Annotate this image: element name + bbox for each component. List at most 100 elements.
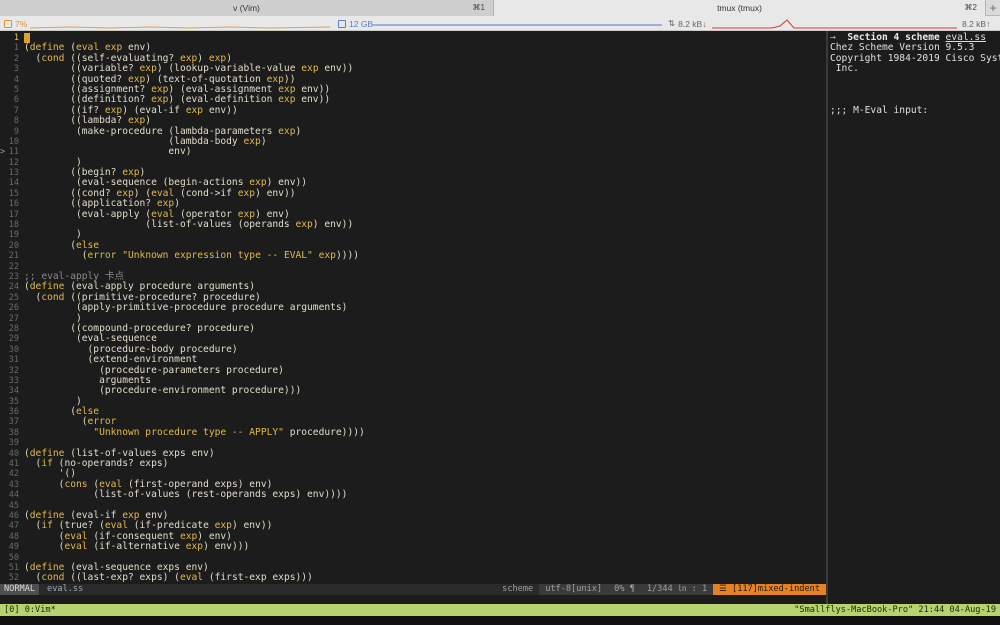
code-line[interactable]: 31 (extend-environment bbox=[0, 354, 826, 366]
repl-line: Inc. bbox=[830, 63, 859, 75]
line-number: 30 bbox=[8, 344, 19, 355]
repl-output: Chez Scheme Version 9.5.3 Copyright 1984-… bbox=[830, 42, 1000, 116]
line-number: 21 bbox=[8, 251, 19, 262]
line-number: 38 bbox=[8, 427, 19, 438]
code-text: (extend-environment bbox=[24, 354, 198, 366]
vim-command-line[interactable] bbox=[0, 595, 826, 604]
line-number: 1 bbox=[13, 43, 19, 54]
line-number: 18 bbox=[8, 220, 19, 231]
network-graph bbox=[712, 19, 957, 29]
line-number: 32 bbox=[8, 365, 19, 376]
line-number: 15 bbox=[8, 188, 19, 199]
vim-statusline: NORMAL eval.ss scheme utf-8[unix] 0% ¶ 1… bbox=[0, 584, 826, 595]
code-line[interactable]: 3 ((variable? exp) (lookup-variable-valu… bbox=[0, 63, 826, 75]
cpu-graph bbox=[30, 26, 330, 29]
code-text: (error "Unknown expression type -- EVAL"… bbox=[24, 250, 360, 262]
line-number: 41 bbox=[8, 459, 19, 470]
code-line[interactable]: 19 ) bbox=[0, 230, 826, 241]
line-number: 28 bbox=[8, 323, 19, 334]
line-number: 27 bbox=[8, 313, 19, 324]
system-status-bar: 7% 12 GB ⇅ 8.2 kB↓ 8.2 kB↑ bbox=[0, 16, 1000, 31]
line-number: 23 bbox=[8, 271, 19, 282]
line-number: 49 bbox=[8, 542, 19, 553]
line-number: 1 bbox=[13, 33, 19, 43]
tmux-window-list[interactable]: [0] 0:Vim* bbox=[4, 604, 56, 616]
line-number: 47 bbox=[8, 521, 19, 532]
code-line[interactable]: 35 ) bbox=[0, 396, 826, 407]
tmux-statusline: [0] 0:Vim* "Smallflys-MacBook-Pro" 21:44… bbox=[0, 604, 1000, 616]
repl-line bbox=[830, 85, 998, 95]
net-up-value: 8.2 kB↑ bbox=[962, 18, 991, 29]
code-area[interactable]: 1 1 (define (eval exp env) 2 (cond ((self-e… bbox=[0, 33, 826, 584]
code-line[interactable]: 52 (cond ((last-exp? exps) (eval (first-… bbox=[0, 572, 826, 584]
new-tab-button[interactable]: + bbox=[986, 0, 1000, 16]
memory-graph bbox=[372, 24, 662, 26]
cpu-icon bbox=[4, 19, 12, 28]
code-text: (apply-primitive-procedure procedure arg… bbox=[24, 302, 348, 314]
line-number: 46 bbox=[8, 510, 19, 521]
line-number: 37 bbox=[8, 417, 19, 428]
code-line[interactable]: 18 (list-of-values (operands exp) env)) bbox=[0, 219, 826, 231]
tab-vim-label: v (Vim) bbox=[233, 3, 260, 13]
line-number: 29 bbox=[8, 334, 19, 345]
line-number: 12 bbox=[8, 157, 19, 168]
code-line[interactable]: 44 (list-of-values (rest-operands exps) … bbox=[0, 489, 826, 501]
repl-section: Section 4 bbox=[847, 32, 900, 43]
vim-position: 1/344 ㏑ : 1 bbox=[640, 584, 714, 595]
tmux-host-clock: "Smallflys-MacBook-Pro" 21:44 04-Aug-19 bbox=[794, 605, 996, 615]
line-number: 50 bbox=[8, 552, 19, 563]
line-number: 36 bbox=[8, 407, 19, 418]
vim-filename: eval.ss bbox=[47, 584, 84, 594]
code-line[interactable]: 26 (apply-primitive-procedure procedure … bbox=[0, 302, 826, 314]
code-text: (eval (if-alternative exp) env))) bbox=[24, 541, 250, 553]
line-number: 45 bbox=[8, 500, 19, 511]
line-number: 11 bbox=[8, 147, 19, 158]
vim-mode: NORMAL bbox=[0, 584, 40, 595]
line-number: 48 bbox=[8, 531, 19, 542]
code-line[interactable]: 21 (error "Unknown expression type -- EV… bbox=[0, 250, 826, 262]
line-number: 44 bbox=[8, 490, 19, 501]
tab-bar: v (Vim) ⌘1 tmux (tmux) ⌘2 + bbox=[0, 0, 1000, 16]
line-number: 13 bbox=[8, 168, 19, 179]
line-number: 42 bbox=[8, 469, 19, 480]
line-number: 14 bbox=[8, 178, 19, 189]
code-line[interactable]: 49 (eval (if-alternative exp) env))) bbox=[0, 541, 826, 553]
line-number: 52 bbox=[8, 573, 19, 584]
tab-vim[interactable]: v (Vim) ⌘1 bbox=[0, 0, 494, 16]
code-line[interactable]: 38 "Unknown procedure type -- APPLY" pro… bbox=[0, 426, 826, 438]
code-line[interactable]: 8 ((lambda? exp) bbox=[0, 115, 826, 127]
prompt-arrow-icon: → bbox=[830, 32, 836, 43]
code-text: "Unknown procedure type -- APPLY" proced… bbox=[93, 426, 365, 438]
line-number: 4 bbox=[13, 74, 19, 85]
line-number: 43 bbox=[8, 479, 19, 490]
repl-line bbox=[830, 75, 998, 85]
line-number: 2 bbox=[13, 53, 19, 64]
line-number: 33 bbox=[8, 375, 19, 386]
vim-pane[interactable]: 1 1 (define (eval exp env) 2 (cond ((self-e… bbox=[0, 31, 826, 584]
code-line[interactable]: >11 env) bbox=[0, 146, 826, 158]
repl-file: eval.ss bbox=[945, 32, 986, 43]
net-down-value: 8.2 kB↓ bbox=[678, 18, 707, 29]
line-number: 40 bbox=[8, 448, 19, 459]
line-number: 19 bbox=[8, 230, 19, 241]
line-number: 6 bbox=[13, 95, 19, 106]
line-number: 20 bbox=[8, 240, 19, 251]
memory-meter: 12 GB bbox=[338, 16, 373, 31]
line-number: 8 bbox=[13, 116, 19, 127]
net-down-meter: ⇅ 8.2 kB↓ bbox=[668, 16, 706, 31]
line-number: 16 bbox=[8, 199, 19, 210]
tab-tmux[interactable]: tmux (tmux) ⌘2 bbox=[494, 0, 986, 16]
code-text: ((lambda? exp) bbox=[24, 115, 152, 127]
line-number: 17 bbox=[8, 209, 19, 220]
code-text: (cond ((last-exp? exps) (eval (first-exp… bbox=[24, 572, 313, 584]
line-number: 25 bbox=[8, 292, 19, 303]
net-up-meter: 8.2 kB↑ bbox=[962, 16, 990, 31]
line-number: 3 bbox=[13, 64, 19, 75]
vim-filetype: scheme bbox=[502, 584, 534, 594]
code-line[interactable]: 34 (procedure-environment procedure))) bbox=[0, 385, 826, 396]
code-line[interactable]: 41 (if (no-operands? exps) bbox=[0, 458, 826, 470]
code-line[interactable]: 36 (else bbox=[0, 406, 826, 418]
code-text: ((variable? exp) (lookup-variable-value … bbox=[24, 63, 354, 75]
network-icon: ⇅ bbox=[668, 18, 676, 28]
repl-pane[interactable]: → Section 4 scheme eval.ss Chez Scheme V… bbox=[828, 31, 1000, 604]
